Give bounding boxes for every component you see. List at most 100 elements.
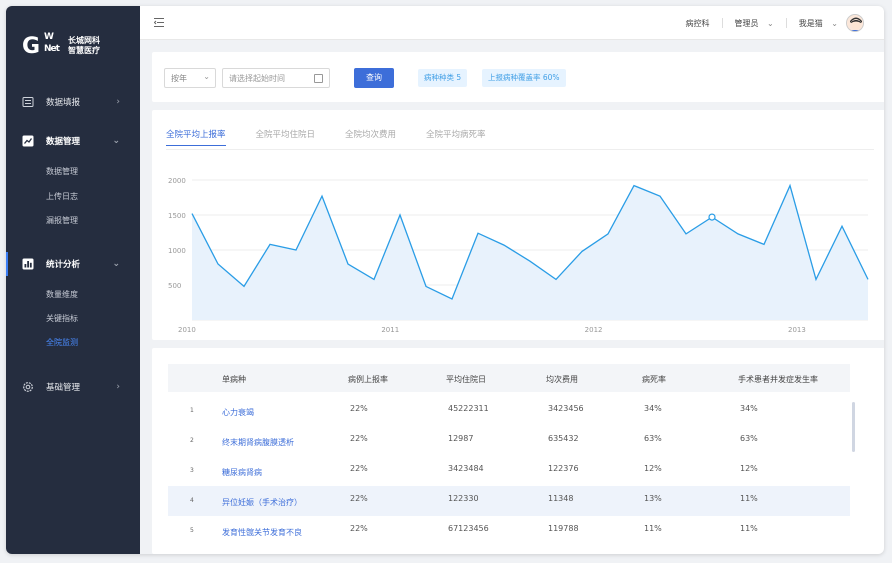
row-index: 3 [190,467,194,474]
disease-name-link[interactable]: 心力衰竭 [222,407,254,418]
sidebar-subitem-quantity[interactable]: 数量维度 [46,289,78,300]
highlight-point [708,213,716,221]
cell-cost: 119788 [548,524,579,533]
cell-rate: 22% [350,434,368,443]
disease-name-link[interactable]: 糖尿病肾病 [222,467,262,478]
series-area [192,185,868,320]
sidebar-item-label: 数据填报 [46,98,81,108]
y-tick-label: 2000 [168,177,186,185]
sidebar-item-label: 基础管理 [46,383,81,393]
cell-cost: 122376 [548,464,579,473]
x-tick-label: 2011 [381,326,399,334]
app-window: G W Net 长城网科 智慧医疗 数据填报 › 数据管理 ⌄ 数据管理 上传日… [6,6,884,554]
disease-name-link[interactable]: 发育性髋关节发育不良 [222,527,302,538]
cell-days: 3423484 [448,464,484,473]
col-header-avg-cost: 均次费用 [546,375,578,384]
cell-death: 11% [644,524,662,533]
table-row[interactable]: 5 发育性髋关节发育不良 22% 67123456 119788 11% 11% [168,516,850,546]
list-icon [22,97,34,107]
chevron-down-icon: ⌄ [767,18,774,28]
user-dropdown[interactable]: 我是猫 ⌄ [799,18,838,29]
cell-rate: 22% [350,494,368,503]
cell-cost: 11348 [548,494,574,503]
role-dropdown[interactable]: 管理员 ⌄ [735,18,774,29]
cell-rate: 22% [350,524,368,533]
cell-death: 34% [644,404,662,413]
avatar[interactable] [846,14,864,32]
y-tick-label: 500 [168,282,181,290]
chart-line-icon [22,135,34,147]
logo-line1: 长城网科 [68,36,100,45]
col-header-stay-days: 平均住院日 [446,375,486,384]
table-scrollbar[interactable] [852,402,855,452]
sidebar-item-data-entry[interactable]: 数据填报 › [6,90,140,114]
chevron-right-icon: › [116,382,120,392]
x-tick-label: 2010 [178,326,196,334]
table-row[interactable]: 1 心力衰竭 22% 45222311 3423456 34% 34% [168,396,850,426]
query-button[interactable]: 查询 [354,68,394,88]
chevron-down-icon: ⌄ [112,136,120,146]
sidebar-item-data-mgmt[interactable]: 数据管理 ⌄ [6,129,140,153]
y-tick-label: 1500 [168,212,186,220]
row-index: 5 [190,527,194,534]
chart-panel: 全院平均上报率 全院平均住院日 全院均次费用 全院平均病死率 2000 1500 1… [152,110,884,340]
col-header-disease: 单病种 [222,375,246,384]
logo-line2: 智慧医疗 [68,46,100,55]
cell-rate: 22% [350,464,368,473]
x-tick-label: 2012 [585,326,603,334]
menu-fold-icon[interactable] [154,18,164,27]
bar-chart-icon [22,258,34,270]
sidebar-subitem-missed-report[interactable]: 漏报管理 [46,215,78,226]
cell-comp: 34% [740,404,758,413]
chevron-right-icon: › [116,97,120,107]
sidebar: G W Net 长城网科 智慧医疗 数据填报 › 数据管理 ⌄ 数据管理 上传日… [6,6,140,554]
cell-cost: 3423456 [548,404,584,413]
period-select[interactable]: 按年 ⌄ [164,68,216,88]
area-chart: 2000 1500 1000 500 2010 2011 2012 2013 [168,177,869,334]
chevron-down-icon: ⌄ [112,259,120,269]
cell-cost: 635432 [548,434,579,443]
sidebar-subitem-key-metrics[interactable]: 关键指标 [46,313,78,324]
chevron-down-icon: ⌄ [203,72,210,81]
sidebar-subitem-data-mgmt[interactable]: 数据管理 [46,166,78,177]
start-date-input[interactable]: 请选择起始时间 [222,68,330,88]
cell-comp: 12% [740,464,758,473]
col-header-report-rate: 病例上报率 [348,375,388,384]
cell-days: 67123456 [448,524,489,533]
avatar-image [847,15,863,31]
cell-death: 13% [644,494,662,503]
table-row[interactable]: 4 异位妊娠（手术治疗） 22% 122330 11348 13% 11% [168,486,850,516]
disease-count-tag: 病种种类 5 [418,69,468,87]
cell-days: 12987 [448,434,474,443]
sidebar-subitem-upload-log[interactable]: 上传日志 [46,191,78,202]
col-header-complication-rate: 手术患者并发症发生率 [738,375,818,384]
cell-comp: 11% [740,494,758,503]
sidebar-item-label: 统计分析 [46,260,81,270]
table-row[interactable]: 6髋关节置换术22%10002100021%21% [168,546,850,554]
table-row[interactable]: 2 终末期肾病腹膜透析 22% 12987 635432 63% 63% [168,426,850,456]
sidebar-item-stats[interactable]: 统计分析 ⌄ [6,252,140,276]
cell-days: 45222311 [448,404,489,413]
row-index: 1 [190,407,194,414]
sidebar-item-basic-mgmt[interactable]: 基础管理 › [6,375,140,399]
col-header-death-rate: 病死率 [642,375,666,384]
disease-name-link[interactable]: 异位妊娠（手术治疗） [222,497,302,508]
x-tick-label: 2013 [788,326,806,334]
cell-rate: 22% [350,404,368,413]
sidebar-subitem-hospital-monitor[interactable]: 全院监测 [46,337,78,348]
topbar: 病控科 管理员 ⌄ 我是猫 ⌄ [140,6,884,40]
chevron-down-icon: ⌄ [831,18,838,28]
row-index: 4 [190,497,194,504]
cell-days: 122330 [448,494,479,503]
y-tick-label: 1000 [168,247,186,255]
gear-icon [23,382,33,392]
table-row[interactable]: 3 糖尿病肾病 22% 3423484 122376 12% 12% [168,456,850,486]
coverage-rate-tag: 上报病种覆盖率 60% [482,69,566,87]
row-index: 2 [190,437,194,444]
disease-name-link[interactable]: 终末期肾病腹膜透析 [222,437,294,448]
cell-comp: 11% [740,524,758,533]
sidebar-item-label: 数据管理 [46,137,81,147]
cell-death: 63% [644,434,662,443]
dept-label: 病控科 [685,18,710,28]
calendar-icon [314,74,323,83]
